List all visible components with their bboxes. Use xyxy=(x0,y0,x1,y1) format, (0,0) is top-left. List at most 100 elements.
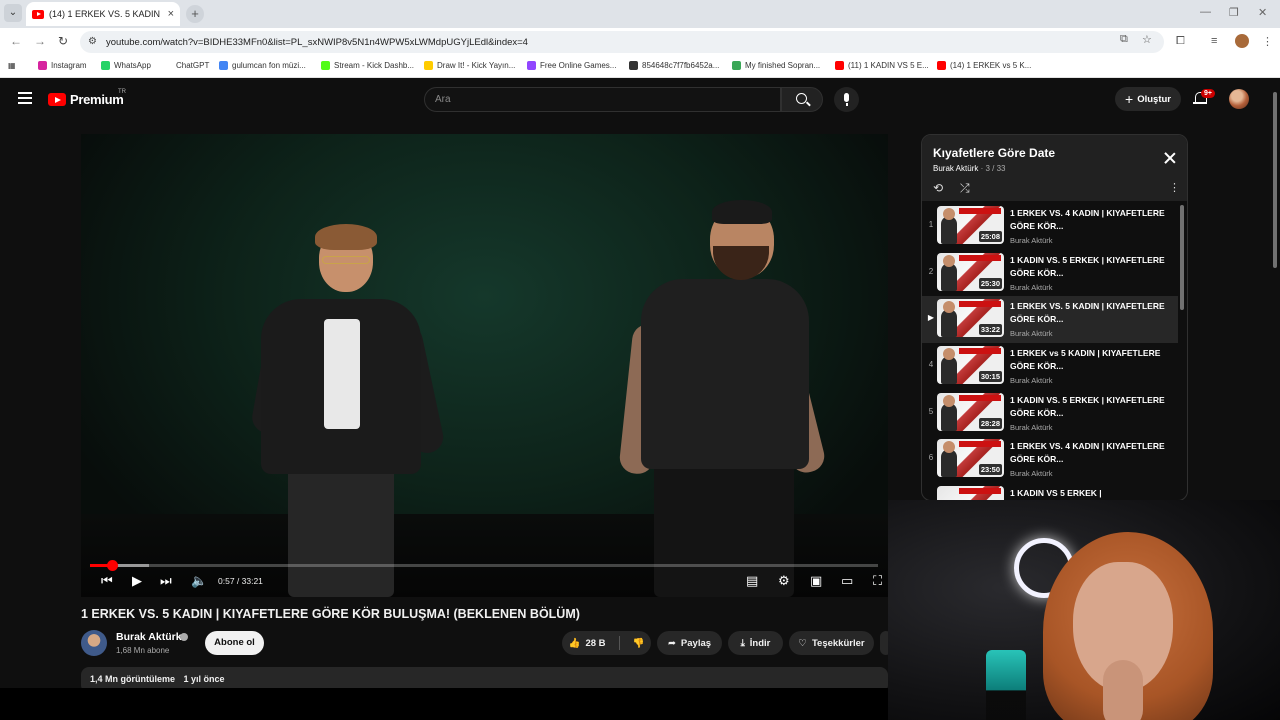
playlist-item-channel: Burak Aktürk xyxy=(1010,236,1053,245)
playlist-item[interactable]: 4 30:15 1 ERKEK vs 5 KADIN | KIYAFETLERE… xyxy=(922,343,1178,390)
back-icon[interactable]: ← xyxy=(10,34,22,48)
bookmark-youtube-2[interactable]: (14) 1 ERKEK vs 5 K... xyxy=(937,61,1031,70)
instagram-icon xyxy=(38,61,47,70)
playlist-position: 3 / 33 xyxy=(985,164,1006,173)
video-thumbnail[interactable]: 25:08 xyxy=(937,206,1004,244)
address-url: youtube.com/watch?v=BIDHE33MFn0&list=PL_… xyxy=(106,36,528,48)
site-info-icon[interactable]: ⚙ xyxy=(88,36,97,47)
shuffle-icon[interactable]: ⤮ xyxy=(960,181,970,196)
playlist-item[interactable]: 5 28:28 1 KADIN VS. 5 ERKEK | KIYAFETLER… xyxy=(922,390,1178,437)
settings-gear-icon[interactable]: ⚙ xyxy=(778,574,790,588)
browser-tab-active[interactable]: (14) 1 ERKEK VS. 5 KADIN | KIYA × xyxy=(26,2,180,26)
duration-badge: 30:15 xyxy=(978,371,1002,383)
playlist-item-title[interactable]: 1 ERKEK vs 5 KADIN | KIYAFETLERE GÖRE KÖ… xyxy=(1010,347,1170,373)
video-player[interactable] xyxy=(81,134,888,597)
previous-icon[interactable]: ⏮ xyxy=(101,574,113,588)
search-box xyxy=(424,87,781,112)
playlist-item[interactable]: 1 25:08 1 ERKEK VS. 4 KADIN | KIYAFETLER… xyxy=(922,203,1178,250)
bookmark-soprano[interactable]: My finished Sopran... xyxy=(732,61,820,70)
channel-avatar[interactable] xyxy=(81,630,107,656)
miniplayer-icon[interactable]: ▣ xyxy=(810,574,822,588)
theater-mode-icon[interactable]: ▭ xyxy=(841,574,853,588)
next-icon[interactable]: ⏭ xyxy=(160,574,172,588)
channel-name[interactable]: Burak Aktürk xyxy=(116,631,182,643)
bookmark-free-games[interactable]: Free Online Games... xyxy=(527,61,616,70)
volume-icon[interactable]: 🔈 xyxy=(191,574,207,588)
playlist-scrollbar[interactable] xyxy=(1180,205,1184,310)
thanks-heart-icon: ♡ xyxy=(798,637,807,649)
video-thumbnail[interactable]: 30:15 xyxy=(937,346,1004,385)
like-count[interactable]: 28 B xyxy=(585,638,605,649)
minimize-icon[interactable]: — xyxy=(1200,6,1211,18)
playlist-item-title[interactable]: 1 ERKEK VS. 5 KADIN | KIYAFETLERE GÖRE K… xyxy=(1010,300,1170,326)
streamer-microphone xyxy=(986,650,1026,720)
search-input[interactable] xyxy=(435,88,755,111)
loop-icon[interactable]: ⟲ xyxy=(933,181,943,195)
chatgpt-icon xyxy=(163,61,172,70)
bookmark-youtube-1[interactable]: (11) 1 KADIN VS 5 E... xyxy=(835,61,929,70)
bookmark-star-icon[interactable]: ☆ xyxy=(1142,33,1152,46)
playlist-title[interactable]: Kıyafetlere Göre Date xyxy=(933,146,1055,160)
bookmark-gulumcan[interactable]: gulumcan fon müzi... xyxy=(219,61,306,70)
create-button[interactable]: + Oluştur xyxy=(1115,87,1181,111)
thanks-button[interactable]: ♡ Teşekkürler xyxy=(789,631,874,655)
window-close-icon[interactable]: ✕ xyxy=(1258,6,1267,19)
playlist-more-icon[interactable]: ⋮ xyxy=(1169,181,1180,194)
page-scrollbar[interactable] xyxy=(1272,80,1278,270)
download-button[interactable]: ⤓ İndir xyxy=(728,631,783,655)
video-thumbnail[interactable] xyxy=(937,486,1004,500)
forward-icon[interactable]: → xyxy=(34,34,46,48)
video-thumbnail[interactable]: 28:28 xyxy=(937,392,1004,431)
play-icon[interactable]: ▶ xyxy=(132,574,142,588)
account-avatar[interactable] xyxy=(1229,89,1249,109)
bookmark-whatsapp[interactable]: WhatsApp xyxy=(101,61,151,70)
bookmark-chatgpt[interactable]: ChatGPT xyxy=(163,61,209,70)
bookmark-instagram[interactable]: Instagram xyxy=(38,61,87,70)
playlist-close-icon[interactable] xyxy=(1163,151,1177,165)
reload-icon[interactable]: ↻ xyxy=(58,34,68,48)
playlist-item-title[interactable]: 1 ERKEK VS. 4 KADIN | KIYAFETLERE GÖRE K… xyxy=(1010,207,1170,233)
playlist-owner[interactable]: Burak Aktürk xyxy=(933,164,978,173)
apps-grid-icon[interactable]: ▦ xyxy=(8,61,16,70)
browser-menu-icon[interactable]: ⋮ xyxy=(1262,35,1273,48)
video-progress-bar[interactable] xyxy=(90,560,878,571)
playlist-item-channel: Burak Aktürk xyxy=(1010,422,1053,432)
tab-close-icon[interactable]: × xyxy=(168,8,174,20)
playlist-item-title[interactable]: 1 KADIN VS. 5 ERKEK | KIYAFETLERE GÖRE K… xyxy=(1010,394,1170,420)
playlist-item[interactable]: 2 25:30 1 KADIN VS. 5 ERKEK | KIYAFETLER… xyxy=(922,250,1178,297)
published-date: 1 yıl önce xyxy=(183,674,225,684)
bookmark-draw-it[interactable]: Draw It! - Kick Yayın... xyxy=(424,61,515,70)
cast-icon[interactable]: ⧉ xyxy=(1120,33,1128,46)
reading-list-icon[interactable]: ≡ xyxy=(1211,35,1217,47)
voice-search-icon[interactable] xyxy=(834,87,859,112)
playlist-item-current[interactable]: ▶ 33:22 1 ERKEK VS. 5 KADIN | KIYAFETLER… xyxy=(922,296,1178,344)
youtube-icon xyxy=(835,61,844,70)
video-thumbnail[interactable]: 33:22 xyxy=(937,299,1004,338)
tab-search-icon[interactable]: ⌄ xyxy=(4,4,22,22)
search-icon[interactable] xyxy=(781,87,823,112)
bookmark-kick-dashboard[interactable]: Stream - Kick Dashb... xyxy=(321,61,414,70)
subscribe-button[interactable]: Abone ol xyxy=(205,631,264,655)
dislike-thumb-icon[interactable]: 👎 xyxy=(633,638,645,649)
subtitles-icon[interactable]: ▤ xyxy=(746,574,758,588)
playlist-item[interactable]: 7 1 KADIN VS 5 ERKEK | xyxy=(922,483,1178,500)
video-thumbnail[interactable]: 25:30 xyxy=(937,252,1004,291)
scrubber-handle[interactable] xyxy=(107,560,119,571)
playlist-item-title[interactable]: 1 ERKEK VS. 4 KADIN | KIYAFETLERE GÖRE K… xyxy=(1010,440,1170,466)
like-thumb-icon[interactable]: 👍 xyxy=(569,638,581,649)
menu-hamburger-icon[interactable] xyxy=(18,92,32,107)
fullscreen-icon[interactable]: ⛶ xyxy=(873,574,882,588)
browser-toolbar: ← → ↻ ⚙ youtube.com/watch?v=BIDHE33MFn0&… xyxy=(0,28,1280,56)
browser-profile-avatar[interactable] xyxy=(1235,34,1249,48)
share-button[interactable]: ➦ Paylaş xyxy=(657,631,722,655)
address-bar[interactable]: ⚙ youtube.com/watch?v=BIDHE33MFn0&list=P… xyxy=(80,31,1164,53)
playlist-item[interactable]: 6 23:50 1 ERKEK VS. 4 KADIN | KIYAFETLER… xyxy=(922,436,1178,483)
youtube-premium-logo[interactable]: Premium TR xyxy=(48,89,126,107)
extensions-icon[interactable]: ⧠ xyxy=(1176,35,1185,48)
playlist-item-title[interactable]: 1 KADIN VS. 5 ERKEK | KIYAFETLERE GÖRE K… xyxy=(1010,254,1170,280)
new-tab-button[interactable]: + xyxy=(186,5,204,23)
video-thumbnail[interactable]: 23:50 xyxy=(937,439,1004,478)
restore-icon[interactable]: ❐ xyxy=(1229,6,1239,19)
playlist-item-title[interactable]: 1 KADIN VS 5 ERKEK | xyxy=(1010,487,1170,500)
bookmark-hash[interactable]: 854648c7f7fb6452a... xyxy=(629,61,719,70)
